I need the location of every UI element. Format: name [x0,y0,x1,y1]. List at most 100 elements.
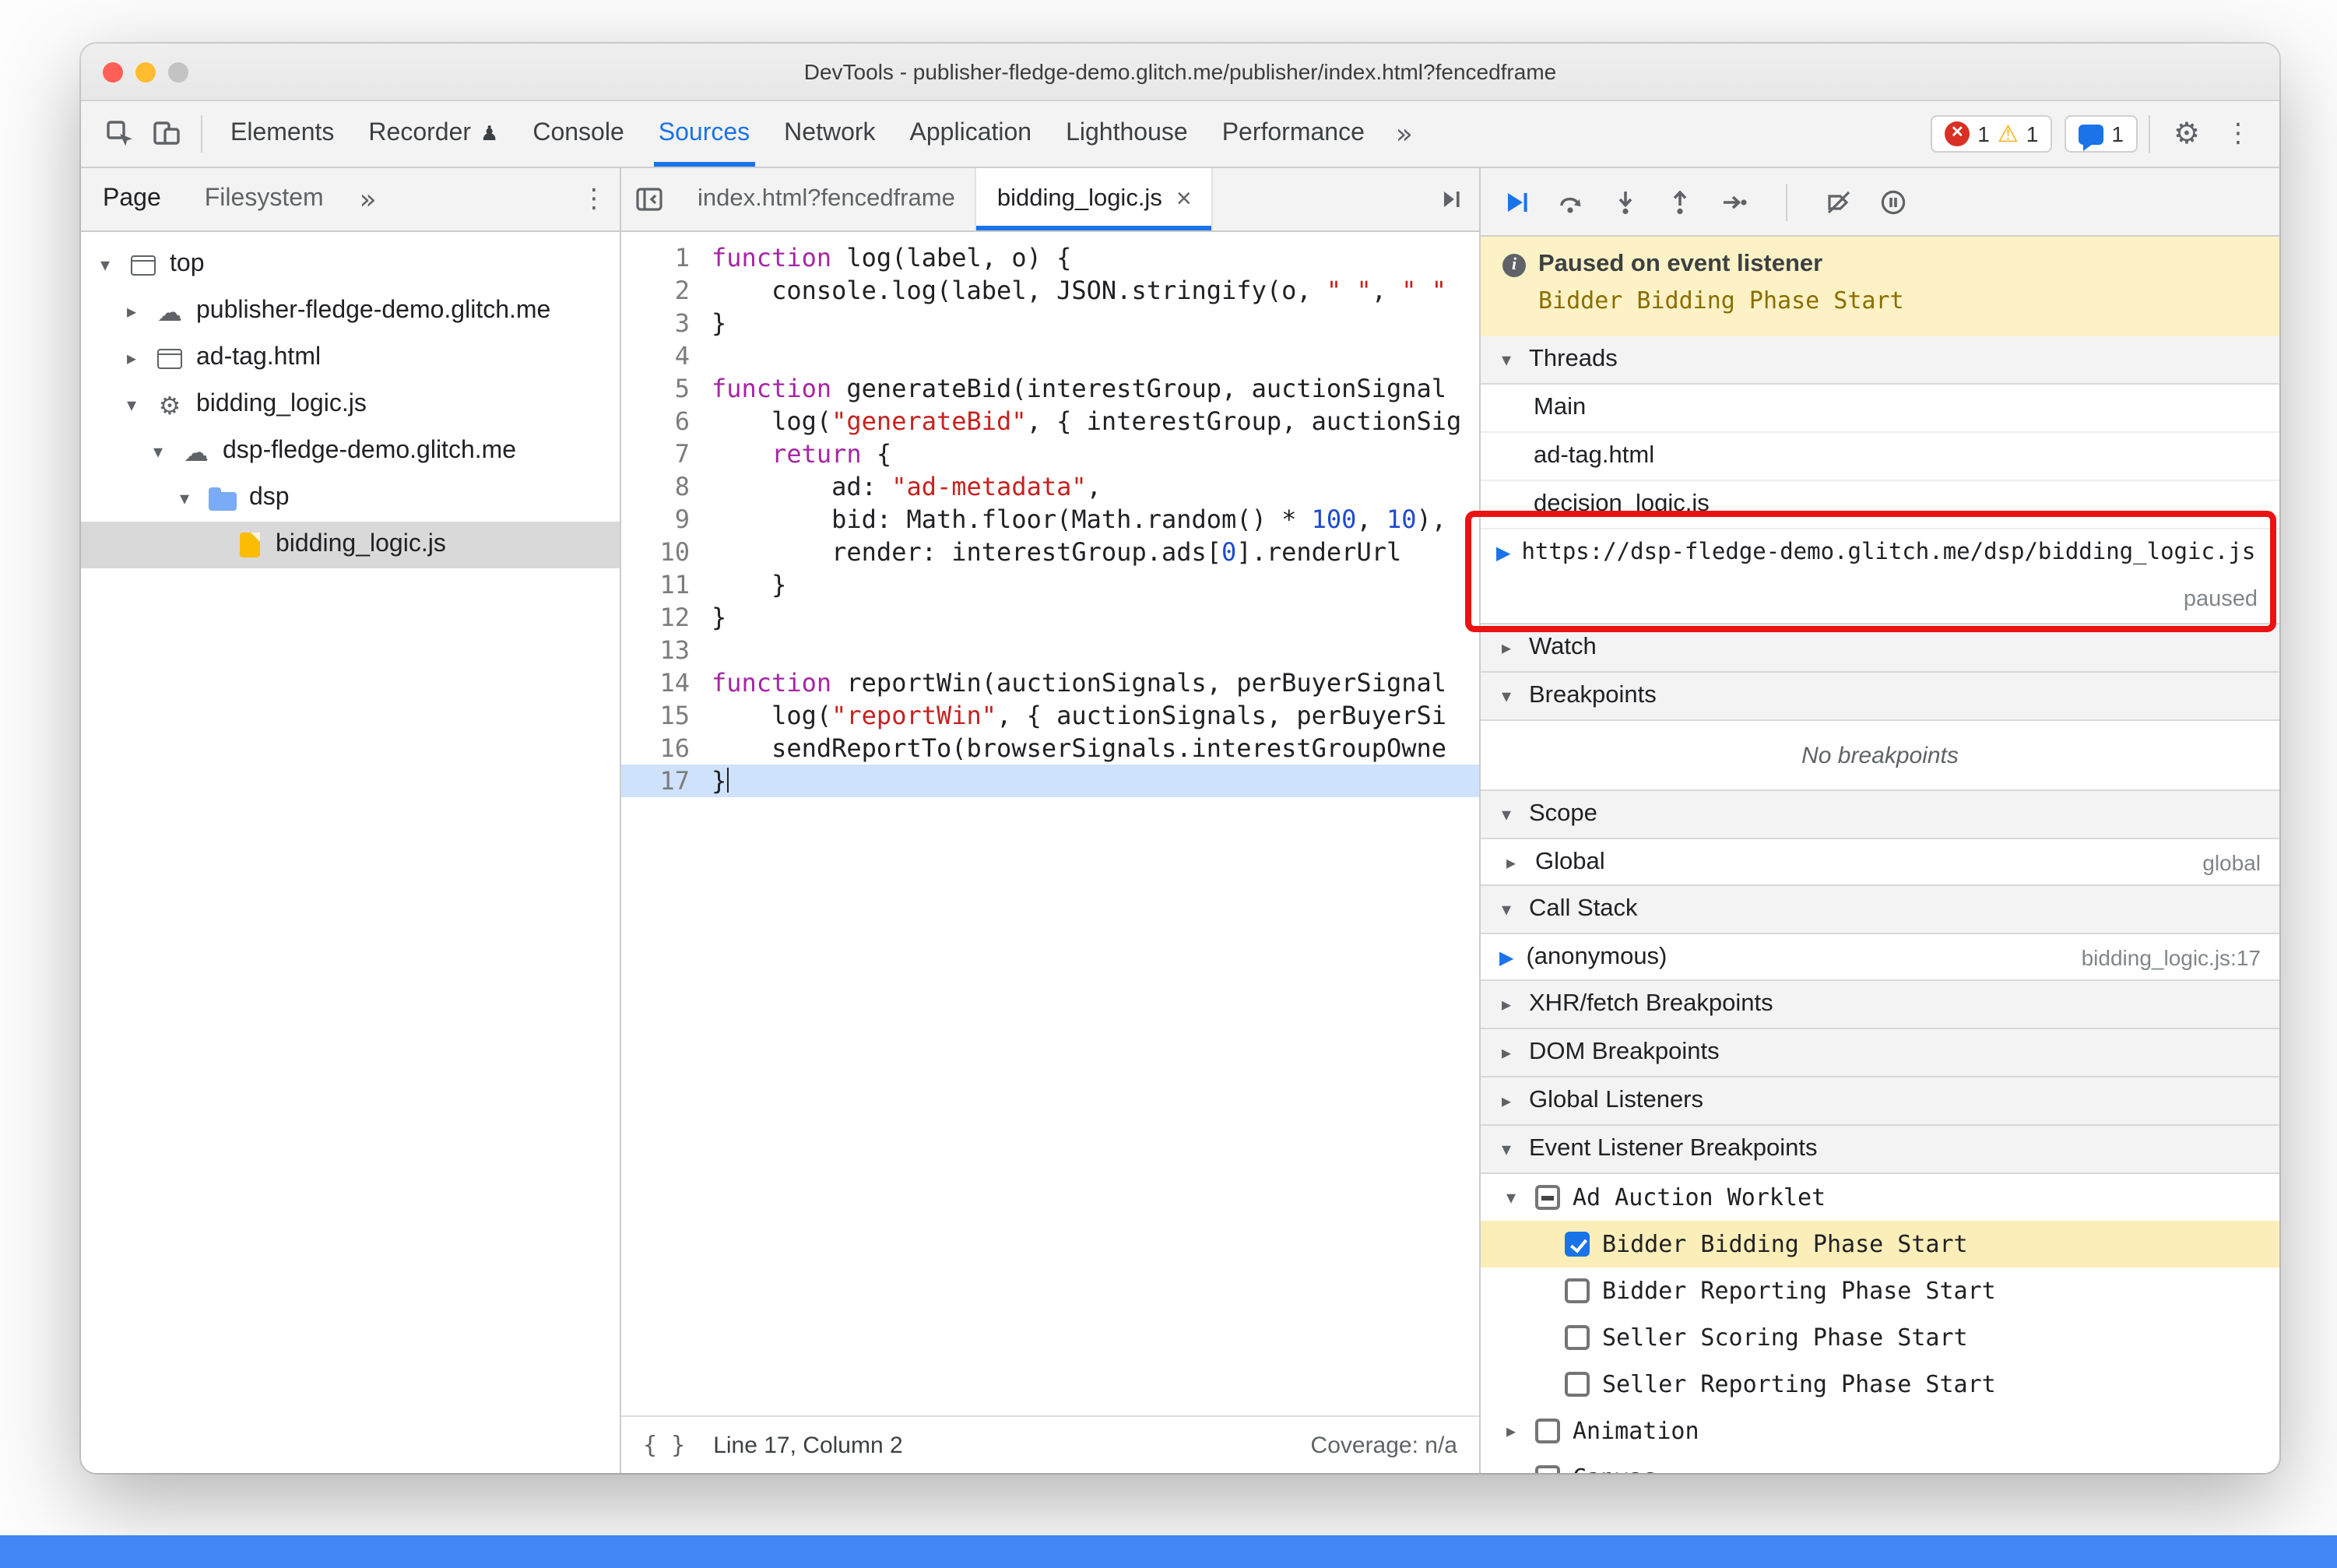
inspect-element-icon[interactable] [97,111,143,157]
thread-item-active[interactable]: ▶ https://dsp-fledge-demo.glitch.me/dsp/b… [1481,529,2279,624]
toggle-navigator-icon[interactable] [621,168,677,230]
tab-application[interactable]: Application [893,101,1049,167]
pretty-print-button[interactable]: { } [643,1431,685,1459]
tree-item-publisher-fledge-demo-glitch-me[interactable]: ▸ ☁ publisher-fledge-demo.glitch.me [81,288,620,335]
more-editor-tabs-icon[interactable] [1423,168,1479,230]
scope-row-global[interactable]: ▸ Global global [1481,839,2279,886]
code-line[interactable]: 15 log("reportWin", { auctionSignals, pe… [621,699,1479,732]
more-panels-button[interactable]: » [1382,118,1427,150]
code-line[interactable]: 2 console.log(label, JSON.stringify(o, "… [621,274,1479,307]
code-line[interactable]: 12} [621,601,1479,634]
debug-sections: ▾ Threads Main ad-tag.html decision_logic.js… [1481,336,2279,1473]
code-line[interactable]: 5 function generateBid(interestGroup, auc… [621,372,1479,405]
checkbox[interactable] [1565,1372,1590,1397]
checkbox[interactable] [1565,1278,1590,1303]
section-header-scope[interactable]: ▾ Scope [1481,789,2279,839]
tab-page[interactable]: Page [81,168,183,230]
errors-warnings-badge[interactable]: ✕ 1 ⚠ 1 [1931,115,2053,153]
tab-recorder[interactable]: Recorder ♟ [351,101,515,167]
step-button[interactable] [1720,188,1748,216]
close-tab-icon[interactable]: × [1176,184,1192,215]
checkbox[interactable] [1535,1465,1560,1473]
code-line[interactable]: 14 function reportWin(auctionSignals, per… [621,666,1479,699]
tab-filesystem[interactable]: Filesystem [183,168,346,230]
code-line[interactable]: 9 bid: Math.floor(Math.random() * 100, 1… [621,503,1479,536]
more-navigator-tabs-button[interactable]: » [346,183,391,216]
warning-count: 1 [2026,121,2039,146]
chevron-down-icon[interactable]: ▾ [93,254,117,276]
step-into-button[interactable] [1611,188,1639,216]
elb-item-seller-reporting-phase-start[interactable]: Seller Reporting Phase Start [1481,1361,2279,1408]
section-header-breakpoints[interactable]: ▾ Breakpoints [1481,671,2279,721]
elb-item-seller-scoring-phase-start[interactable]: Seller Scoring Phase Start [1481,1314,2279,1361]
minimize-window-button[interactable] [135,62,156,82]
issues-badge[interactable]: 1 [2065,115,2138,153]
code-line[interactable]: 3} [621,307,1479,339]
checkbox[interactable] [1565,1325,1590,1350]
checkbox[interactable] [1535,1419,1560,1443]
chevron-down-icon[interactable]: ▾ [173,487,196,509]
step-out-button[interactable] [1666,188,1694,216]
tab-sources[interactable]: Sources [641,101,767,167]
tab-network[interactable]: Network [767,101,892,167]
elb-group-ad-auction-worklet[interactable]: ▾ Ad Auction Worklet [1481,1174,2279,1221]
main-menu-kebab-icon[interactable]: ⋮ [2212,118,2264,149]
code-line[interactable]: 8 ad: "ad-metadata", [621,470,1479,503]
section-header-global-listeners[interactable]: ▸ Global Listeners [1481,1076,2279,1126]
tab-lighthouse[interactable]: Lighthouse [1049,101,1205,167]
tree-item-bidding-logic-js[interactable]: ▾ ⚙ bidding_logic.js [81,381,620,428]
elb-group-animation[interactable]: ▸ Animation [1481,1408,2279,1454]
tree-item-ad-tag-html[interactable]: ▸ ad-tag.html [81,335,620,381]
tab-console[interactable]: Console [515,101,641,167]
tab-performance[interactable]: Performance [1205,101,1382,167]
checkbox[interactable] [1535,1185,1560,1210]
section-header-call-stack[interactable]: ▾ Call Stack [1481,884,2279,934]
tab-elements[interactable]: Elements [213,101,351,167]
section-header-event-listener-breakpoints[interactable]: ▾ Event Listener Breakpoints [1481,1124,2279,1174]
deactivate-breakpoints-button[interactable] [1825,188,1853,216]
step-over-button[interactable] [1557,188,1585,216]
navigator-menu-kebab-icon[interactable]: ⋮ [568,184,620,215]
section-header-xhr-fetch-breakpoints[interactable]: ▸ XHR/fetch Breakpoints [1481,979,2279,1029]
resume-script-button[interactable] [1502,188,1530,216]
section-header-dom-breakpoints[interactable]: ▸ DOM Breakpoints [1481,1028,2279,1078]
tree-item-bidding-logic-js[interactable]: bidding_logic.js [81,522,620,568]
pause-on-exceptions-button[interactable] [1879,188,1907,216]
tree-item-dsp-fledge-demo-glitch-me[interactable]: ▾ ☁ dsp-fledge-demo.glitch.me [81,428,620,475]
call-stack-frame[interactable]: ▶ (anonymous) bidding_logic.js:17 [1481,934,2279,981]
tree-item-top[interactable]: ▾ top [81,241,620,288]
code-text: } [712,570,787,599]
chevron-right-icon[interactable]: ▸ [120,301,143,322]
thread-item-main[interactable]: Main [1481,385,2279,433]
code-line[interactable]: 1 function log(label, o) { [621,241,1479,274]
settings-gear-icon[interactable]: ⚙ [2161,117,2212,151]
code-line[interactable]: 7 return { [621,438,1479,470]
code-line[interactable]: 13 [621,634,1479,666]
elb-item-bidder-reporting-phase-start[interactable]: Bidder Reporting Phase Start [1481,1267,2279,1314]
chevron-down-icon[interactable]: ▾ [120,394,143,416]
elb-group-canvas[interactable]: ▸ Canvas [1481,1454,2279,1473]
text-cursor [726,768,729,793]
breakpoints-empty-message: No breakpoints [1801,743,1959,769]
section-header-watch[interactable]: ▸ Watch [1481,623,2279,673]
tree-item-dsp[interactable]: ▾ dsp [81,475,620,522]
chevron-right-icon[interactable]: ▸ [120,347,143,369]
thread-item-ad-tag-html[interactable]: ad-tag.html [1481,433,2279,481]
zoom-window-button[interactable] [168,62,188,82]
code-line[interactable]: 10 render: interestGroup.ads[0].renderUr… [621,536,1479,568]
code-editor[interactable]: 1 function log(label, o) {2 console.log(l… [621,232,1479,1415]
editor-tab-bidding-logic[interactable]: bidding_logic.js × [976,168,1214,230]
device-toolbar-icon[interactable] [143,111,190,157]
code-line[interactable]: 4 [621,339,1479,372]
close-window-button[interactable] [103,62,123,82]
code-line[interactable]: 11 } [621,568,1479,601]
elb-item-bidder-bidding-phase-start[interactable]: Bidder Bidding Phase Start [1481,1221,2279,1267]
chevron-down-icon[interactable]: ▾ [146,441,170,462]
code-line[interactable]: 16 sendReportTo(browserSignals.interestG… [621,732,1479,765]
section-header-threads[interactable]: ▾ Threads [1481,336,2279,385]
checkbox[interactable] [1565,1232,1590,1257]
thread-item-decision-logic-js[interactable]: decision_logic.js [1481,481,2279,529]
code-line[interactable]: 17} [621,765,1479,797]
code-line[interactable]: 6 log("generateBid", { interestGroup, au… [621,405,1479,438]
editor-tab-index[interactable]: index.html?fencedframe [677,168,977,230]
